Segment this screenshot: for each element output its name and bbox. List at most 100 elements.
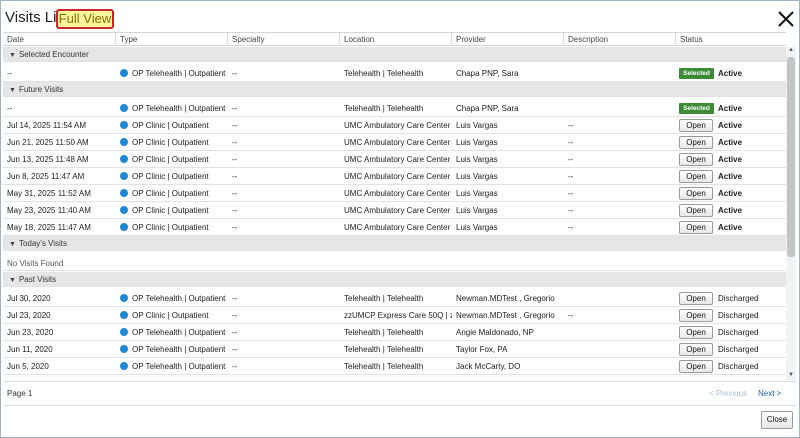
status-text: Discharged: [718, 328, 759, 337]
cell-location: Telehealth | Telehealth: [340, 100, 452, 117]
cell-provider: Luis Vargas: [452, 134, 564, 151]
status-text: Discharged: [718, 362, 759, 371]
specialty-text: --: [232, 69, 238, 78]
open-button[interactable]: Open: [679, 292, 713, 305]
table-row[interactable]: May 18, 2025 11:47 AM OP Clinic | Outpati…: [3, 219, 786, 236]
table-row[interactable]: Jun 5, 2020 OP Telehealth | Outpatient -- T…: [3, 358, 786, 375]
group-header-selected[interactable]: ▼ Selected Encounter: [3, 47, 786, 62]
collapse-triangle-icon[interactable]: ▼: [9, 52, 16, 59]
selected-badge: Selected: [679, 103, 714, 114]
open-button[interactable]: Open: [679, 326, 713, 339]
encounter-type-dot-icon: [120, 172, 128, 180]
cell-provider: Luis Vargas: [452, 117, 564, 134]
open-button[interactable]: Open: [679, 343, 713, 356]
table-row[interactable]: May 23, 2025 11:40 AM OP Clinic | Outpati…: [3, 202, 786, 219]
column-header-provider[interactable]: Provider: [452, 33, 564, 46]
cell-specialty: --: [228, 341, 340, 358]
open-button[interactable]: Open: [679, 187, 713, 200]
group-header-today[interactable]: ▼ Today's Visits: [3, 236, 786, 251]
type-text: OP Clinic | Outpatient: [132, 155, 209, 164]
specialty-text: --: [232, 223, 238, 232]
open-button[interactable]: Open: [679, 119, 713, 132]
open-button[interactable]: Open: [679, 360, 713, 373]
cell-type: OP Clinic | Outpatient: [116, 117, 228, 134]
cell-provider: Newman.MDTest , Gregorio: [452, 290, 564, 307]
table-row[interactable]: Jul 23, 2020 OP Clinic | Outpatient -- zzUM…: [3, 307, 786, 324]
column-header-location[interactable]: Location: [340, 33, 452, 46]
encounter-type-dot-icon: [120, 206, 128, 214]
table-row[interactable]: Jun 13, 2025 11:48 AM OP Clinic | Outpati…: [3, 151, 786, 168]
cell-description: [564, 65, 676, 82]
column-header-description[interactable]: Description: [564, 33, 676, 46]
table-row[interactable]: Jul 30, 2020 OP Telehealth | Outpatient --…: [3, 290, 786, 307]
location-text: zzUMCP Express Care 50Q | z...: [344, 311, 452, 320]
cell-location: UMC Ambulatory Care Center ...: [340, 151, 452, 168]
specialty-text: --: [232, 294, 238, 303]
group-label: ▼ Selected Encounter: [9, 50, 89, 59]
close-icon[interactable]: [775, 8, 797, 30]
cell-type: OP Telehealth | Outpatient: [116, 358, 228, 375]
collapse-triangle-icon[interactable]: ▼: [9, 241, 16, 248]
description-text: --: [568, 121, 574, 130]
cell-type: OP Clinic | Outpatient: [116, 219, 228, 236]
location-text: UMC Ambulatory Care Center ...: [344, 206, 452, 215]
collapse-triangle-icon[interactable]: ▼: [9, 277, 16, 284]
group-label: ▼ Future Visits: [9, 85, 63, 94]
cell-description: --: [564, 219, 676, 236]
next-page-link[interactable]: Next >: [758, 389, 781, 398]
open-button[interactable]: Open: [679, 136, 713, 149]
open-button[interactable]: Open: [679, 204, 713, 217]
table-row[interactable]: -- OP Telehealth | Outpatient -- Telehealth…: [3, 65, 786, 82]
date-text: May 23, 2025 11:40 AM: [7, 206, 91, 215]
cell-provider: Newman.MDTest , Gregorio: [452, 307, 564, 324]
visits-grid: Date Type Specialty Location Provider De…: [3, 32, 786, 380]
table-row[interactable]: -- OP Telehealth | Outpatient -- Telehealth…: [3, 100, 786, 117]
table-row[interactable]: Jun 23, 2020 OP Telehealth | Outpatient --…: [3, 324, 786, 341]
full-view-badge[interactable]: Full View: [56, 9, 114, 29]
cell-description: --: [564, 168, 676, 185]
cell-type: OP Telehealth | Outpatient: [116, 324, 228, 341]
open-button[interactable]: Open: [679, 153, 713, 166]
table-row[interactable]: Jun 21, 2025 11:50 AM OP Clinic | Outpati…: [3, 134, 786, 151]
table-row[interactable]: Jul 14, 2025 11:54 AM OP Clinic | Outpati…: [3, 117, 786, 134]
location-text: UMC Ambulatory Care Center ...: [344, 189, 452, 198]
cell-specialty: --: [228, 117, 340, 134]
vertical-scrollbar[interactable]: ▲ ▼: [786, 47, 796, 380]
provider-text: Taylor Fox, PA: [456, 345, 508, 354]
provider-text: Luis Vargas: [456, 121, 498, 130]
encounter-type-dot-icon: [120, 311, 128, 319]
scroll-thumb[interactable]: [787, 57, 795, 257]
close-button[interactable]: Close: [761, 411, 793, 429]
location-text: UMC Ambulatory Care Center ...: [344, 172, 452, 181]
specialty-text: --: [232, 311, 238, 320]
open-button[interactable]: Open: [679, 170, 713, 183]
type-text: OP Clinic | Outpatient: [132, 189, 209, 198]
cell-date: Jul 23, 2020: [3, 307, 116, 324]
encounter-type-dot-icon: [120, 223, 128, 231]
open-button[interactable]: Open: [679, 221, 713, 234]
scroll-down-icon[interactable]: ▼: [787, 372, 795, 380]
group-header-past[interactable]: ▼ Past Visits: [3, 272, 786, 287]
specialty-text: --: [232, 189, 238, 198]
group-header-future[interactable]: ▼ Future Visits: [3, 82, 786, 97]
provider-text: Luis Vargas: [456, 189, 498, 198]
provider-text: Luis Vargas: [456, 206, 498, 215]
column-header-specialty[interactable]: Specialty: [228, 33, 340, 46]
cell-status: Selected Active: [676, 100, 786, 117]
table-row[interactable]: Jun 8, 2025 11:47 AM OP Clinic | Outpatie…: [3, 168, 786, 185]
specialty-text: --: [232, 362, 238, 371]
cell-description: [564, 358, 676, 375]
date-text: Jun 11, 2020: [7, 345, 53, 354]
table-row[interactable]: Jun 11, 2020 OP Telehealth | Outpatient --…: [3, 341, 786, 358]
encounter-type-dot-icon: [120, 104, 128, 112]
column-header-type[interactable]: Type: [116, 33, 228, 46]
collapse-triangle-icon[interactable]: ▼: [9, 87, 16, 94]
column-header-date[interactable]: Date: [3, 33, 116, 46]
table-row[interactable]: May 31, 2025 11:52 AM OP Clinic | Outpati…: [3, 185, 786, 202]
previous-page-link[interactable]: < Previous: [709, 389, 747, 398]
cell-location: UMC Ambulatory Care Center ...: [340, 185, 452, 202]
column-header-status[interactable]: Status: [676, 33, 786, 46]
scroll-up-icon[interactable]: ▲: [787, 47, 795, 55]
no-visits-row: No Visits Found: [3, 254, 786, 271]
open-button[interactable]: Open: [679, 309, 713, 322]
